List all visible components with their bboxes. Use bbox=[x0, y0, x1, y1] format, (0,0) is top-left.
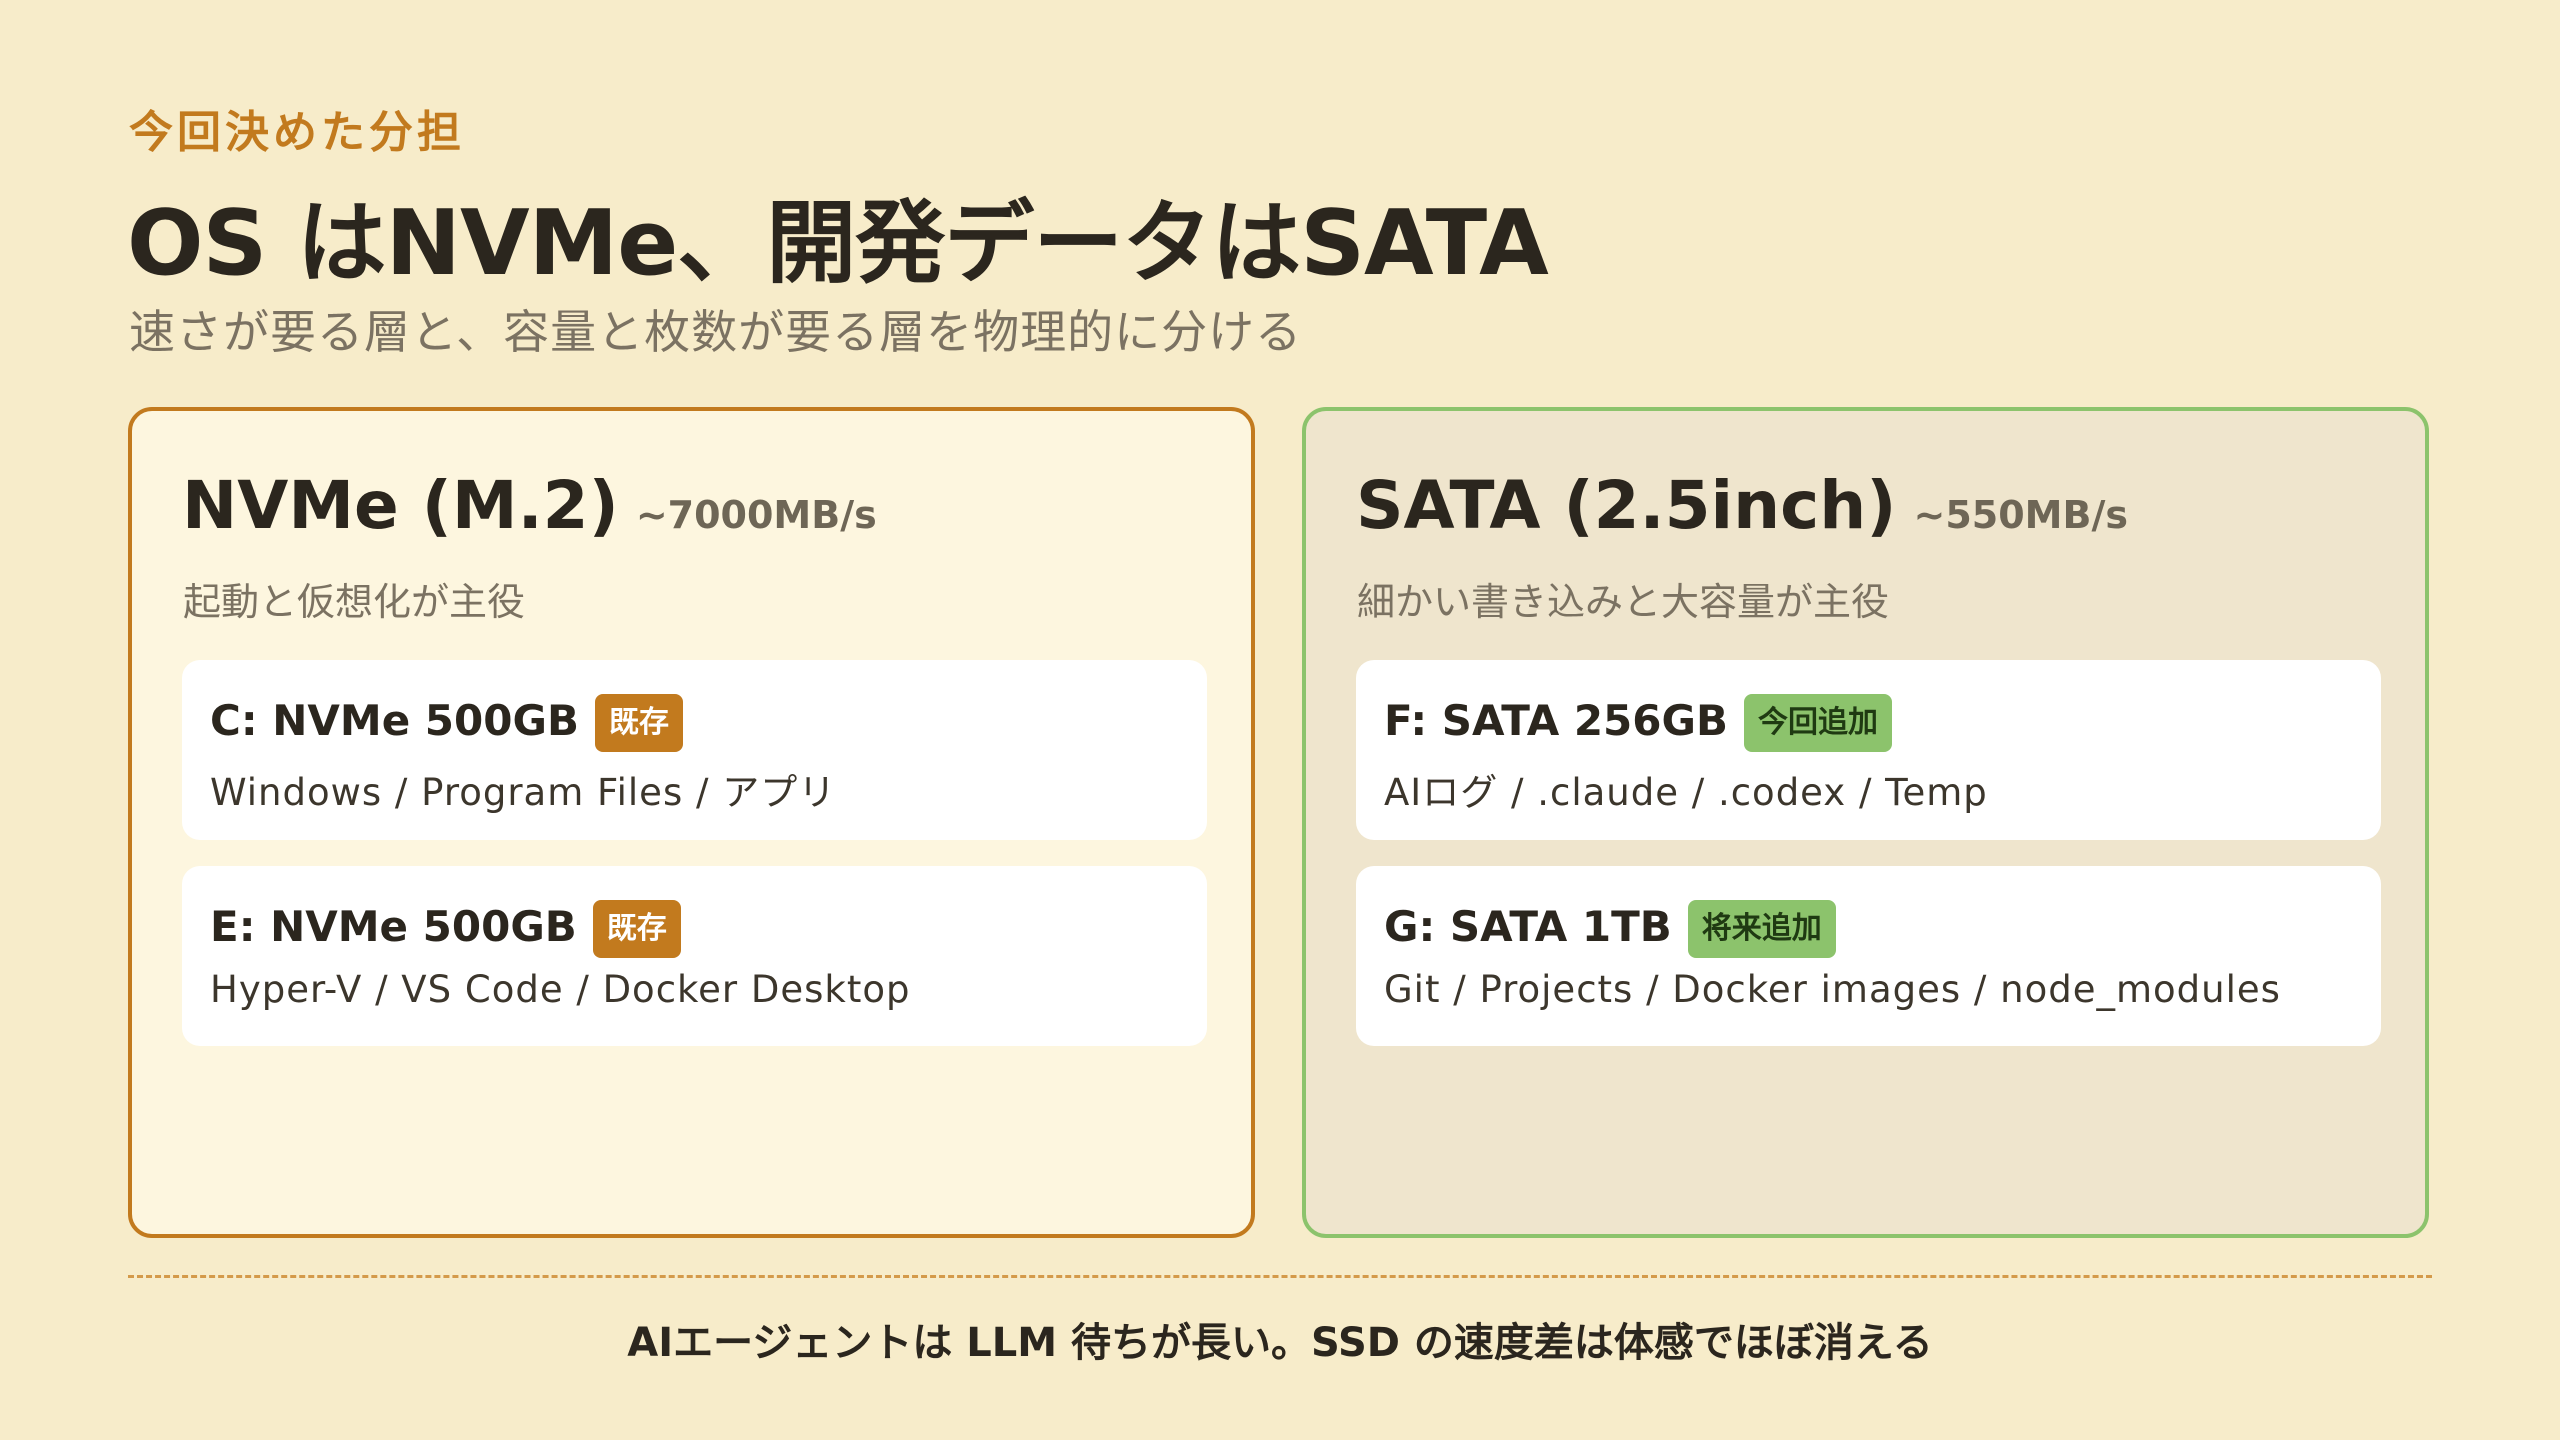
drive-title-row: C: NVMe 500GB 既存 bbox=[210, 688, 683, 752]
sata-panel-description: 細かい書き込みと大容量が主役 bbox=[1357, 580, 1890, 624]
footer-note: AIエージェントは LLM 待ちが長い。SSD の速度差は体感でほぼ消える bbox=[627, 1320, 1933, 1366]
drive-card-f: F: SATA 256GB 今回追加 AIログ / .claude / .cod… bbox=[1356, 660, 2381, 840]
drive-title: E: NVMe 500GB bbox=[210, 901, 577, 951]
drive-contents: Windows / Program Files / アプリ bbox=[210, 771, 837, 814]
drive-contents: AIログ / .claude / .codex / Temp bbox=[1384, 771, 1988, 814]
sata-speed-label: ~550MB/s bbox=[1913, 493, 2128, 537]
drive-title: G: SATA 1TB bbox=[1384, 901, 1672, 951]
sata-panel: SATA (2.5inch) ~550MB/s 細かい書き込みと大容量が主役 F… bbox=[1302, 407, 2429, 1238]
sata-panel-title: SATA (2.5inch) bbox=[1356, 467, 1897, 544]
nvme-panel-header: NVMe (M.2) ~7000MB/s bbox=[182, 467, 877, 544]
nvme-speed-label: ~7000MB/s bbox=[635, 493, 877, 537]
drive-contents: Hyper-V / VS Code / Docker Desktop bbox=[210, 968, 911, 1011]
page-title: OS はNVMe、開発データはSATA bbox=[127, 191, 1549, 296]
status-badge: 将来追加 bbox=[1687, 900, 1836, 958]
drive-card-g: G: SATA 1TB 将来追加 Git / Projects / Docker… bbox=[1356, 866, 2381, 1046]
status-badge: 今回追加 bbox=[1743, 694, 1892, 752]
section-eyebrow: 今回決めた分担 bbox=[129, 107, 465, 158]
drive-title-row: G: SATA 1TB 将来追加 bbox=[1384, 894, 1836, 958]
sata-panel-header: SATA (2.5inch) ~550MB/s bbox=[1356, 467, 2128, 544]
status-badge: 既存 bbox=[594, 694, 683, 752]
drive-title-row: E: NVMe 500GB 既存 bbox=[210, 894, 681, 958]
nvme-panel-title: NVMe (M.2) bbox=[182, 467, 619, 544]
drive-card-e: E: NVMe 500GB 既存 Hyper-V / VS Code / Doc… bbox=[182, 866, 1207, 1046]
page-subtitle: 速さが要る層と、容量と枚数が要る層を物理的に分ける bbox=[129, 305, 1303, 359]
drive-card-c: C: NVMe 500GB 既存 Windows / Program Files… bbox=[182, 660, 1207, 840]
dashed-divider bbox=[128, 1275, 2432, 1278]
drive-title: C: NVMe 500GB bbox=[210, 695, 579, 745]
nvme-panel-description: 起動と仮想化が主役 bbox=[183, 580, 526, 624]
drive-title-row: F: SATA 256GB 今回追加 bbox=[1384, 688, 1892, 752]
status-badge: 既存 bbox=[592, 900, 681, 958]
nvme-panel: NVMe (M.2) ~7000MB/s 起動と仮想化が主役 C: NVMe 5… bbox=[128, 407, 1255, 1238]
drive-contents: Git / Projects / Docker images / node_mo… bbox=[1384, 968, 2281, 1011]
drive-title: F: SATA 256GB bbox=[1384, 695, 1728, 745]
